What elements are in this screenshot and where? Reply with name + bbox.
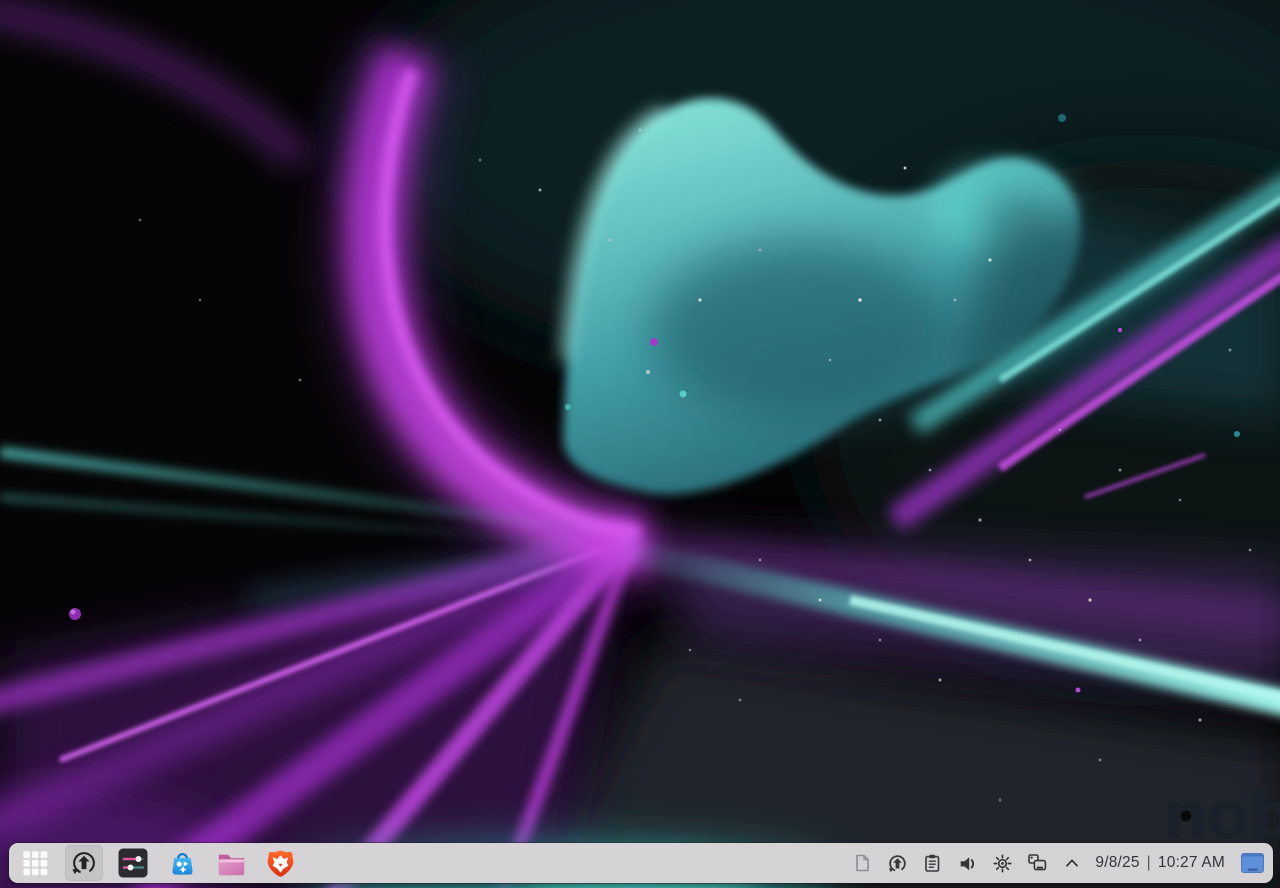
clock-separator: |: [1147, 854, 1151, 872]
tray-display[interactable]: [1025, 848, 1049, 878]
task-discover-store[interactable]: [163, 845, 201, 881]
tray-clipboard[interactable]: [920, 848, 944, 878]
task-brave-browser[interactable]: [261, 845, 299, 881]
clipboard-icon: [922, 853, 942, 873]
taskbar-panel: 9/8/25 | 10:27 AM: [9, 843, 1273, 883]
app-grid-icon: [20, 848, 50, 878]
tray-updates[interactable]: [885, 848, 909, 878]
task-update-manager[interactable]: [65, 845, 103, 881]
speaker-icon: [957, 853, 978, 874]
folder-icon: [216, 848, 247, 879]
desktop-icon: [1240, 852, 1265, 875]
show-desktop-button[interactable]: [1238, 848, 1266, 878]
system-tray: 9/8/25 | 10:27 AM: [850, 843, 1266, 883]
tray-document[interactable]: [850, 848, 874, 878]
tray-volume[interactable]: [955, 848, 979, 878]
discover-bag-icon: [167, 848, 198, 879]
clock-date: 9/8/25: [1095, 854, 1139, 872]
screens-icon: [1026, 852, 1048, 874]
sliders-icon: [118, 848, 148, 878]
brave-lion-icon: [265, 848, 296, 879]
task-settings-tweaks[interactable]: [114, 845, 152, 881]
clock-time: 10:27 AM: [1158, 854, 1225, 872]
document-icon: [852, 853, 872, 873]
task-manager: [16, 843, 299, 883]
tray-brightness[interactable]: [990, 848, 1014, 878]
tray-expander[interactable]: [1060, 848, 1084, 878]
sun-icon: [992, 853, 1013, 874]
wallpaper-image: nob: [0, 0, 1280, 888]
desktop: nob: [0, 0, 1280, 888]
application-launcher-button[interactable]: [16, 845, 54, 881]
update-circle-icon: [69, 848, 99, 878]
chevron-up-icon: [1063, 854, 1081, 872]
task-file-manager[interactable]: [212, 845, 250, 881]
digital-clock[interactable]: 9/8/25 | 10:27 AM: [1095, 854, 1225, 872]
update-circle-icon: [887, 853, 908, 874]
